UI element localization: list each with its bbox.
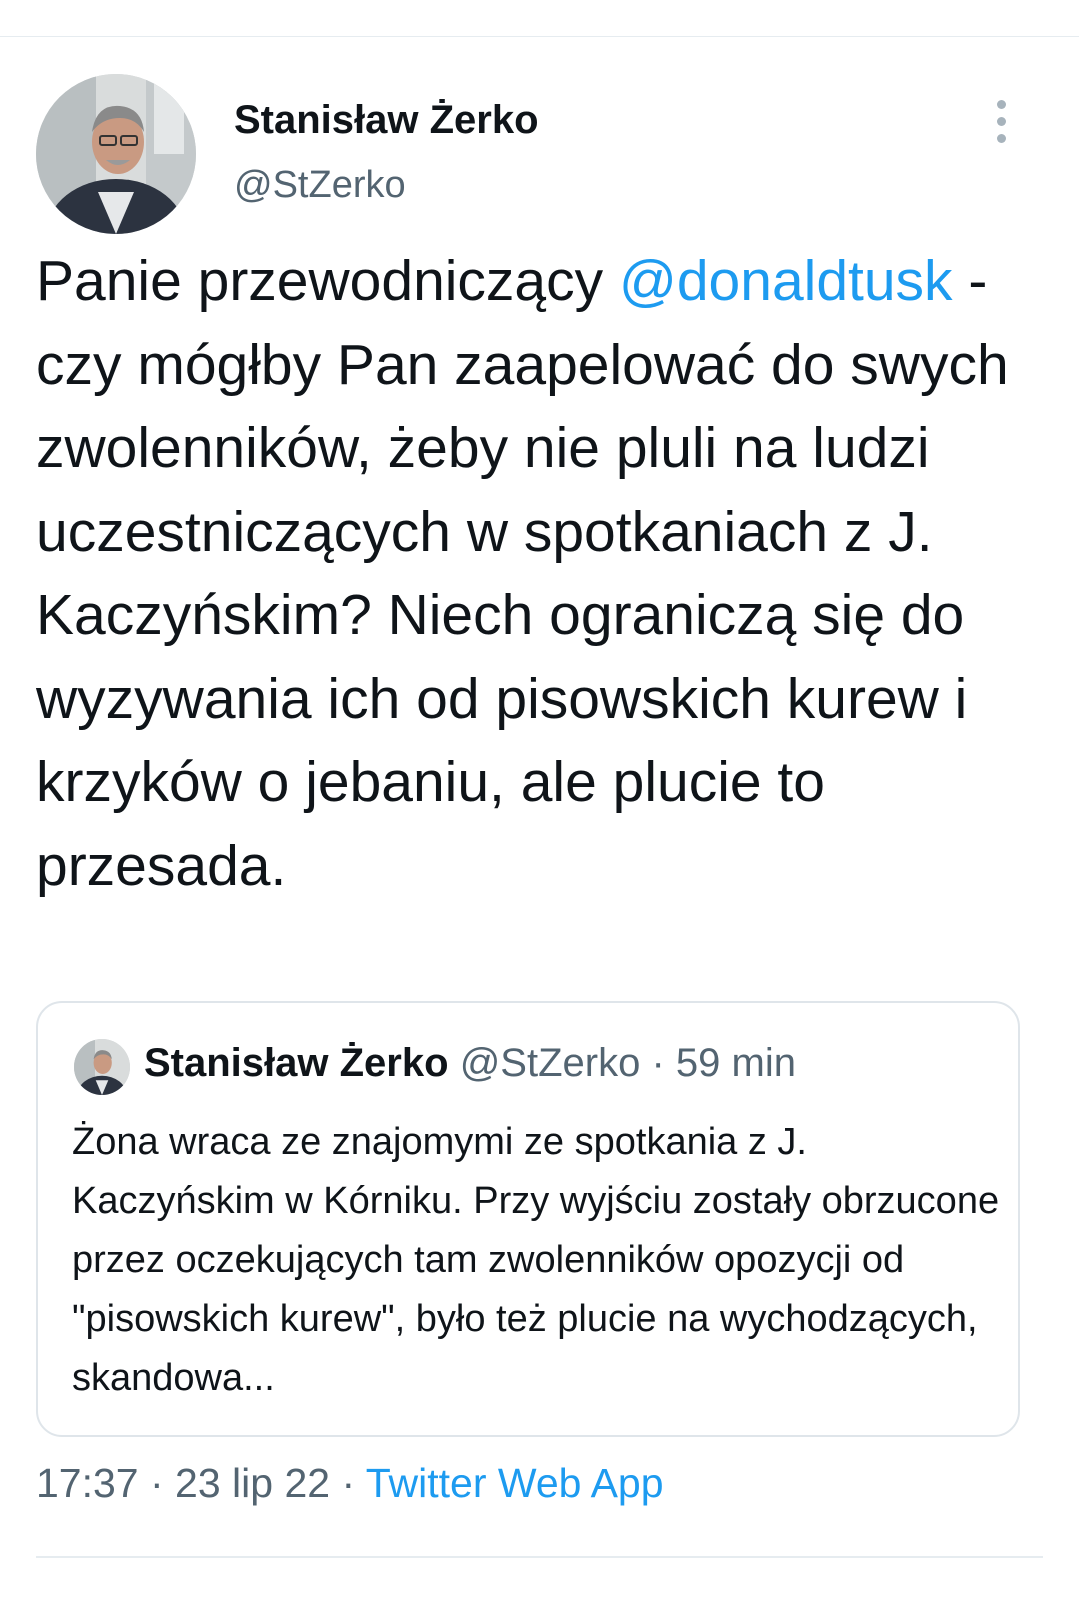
quoted-author-handle: @StZerko [459, 1041, 641, 1085]
meta-separator: · [330, 1460, 366, 1506]
tweet-date: 23 lip 22 [175, 1460, 331, 1506]
author-handle[interactable]: @StZerko [234, 164, 406, 207]
more-vertical-icon[interactable] [990, 100, 1014, 144]
meta-separator: · [138, 1460, 176, 1506]
author-name[interactable]: Stanisław Żerko [234, 98, 539, 143]
bottom-divider [36, 1556, 1043, 1558]
top-divider [0, 36, 1079, 37]
quoted-separator: · [640, 1041, 676, 1085]
quoted-timestamp: 59 min [675, 1041, 796, 1085]
quoted-author-name: Stanisław Żerko [144, 1041, 449, 1085]
tweet-source-link[interactable]: Twitter Web App [366, 1460, 664, 1506]
author-avatar[interactable] [36, 74, 196, 234]
tweet-text-start: Panie przewodniczący [36, 249, 619, 313]
quoted-tweet-header: Stanisław Żerko @StZerko · 59 min [144, 1041, 796, 1086]
tweet-text: Panie przewodniczący @donaldtusk - czy m… [36, 240, 1056, 908]
mention-link[interactable]: @donaldtusk [619, 249, 953, 313]
quoted-tweet-text: Żona wraca ze znajomymi ze spotkania z J… [72, 1121, 1000, 1399]
tweet-text-rest: - czy mógłby Pan zaapelować do swych zwo… [36, 249, 1009, 898]
quoted-author-avatar-image [74, 1039, 130, 1095]
author-avatar-image [36, 74, 196, 234]
quoted-author-avatar [74, 1039, 130, 1095]
tweet-time: 17:37 [36, 1460, 139, 1506]
quoted-tweet-card[interactable]: Stanisław Żerko @StZerko · 59 min Żona w… [36, 1001, 1020, 1437]
tweet-meta: 17:37 · 23 lip 22 · Twitter Web App [36, 1460, 664, 1507]
